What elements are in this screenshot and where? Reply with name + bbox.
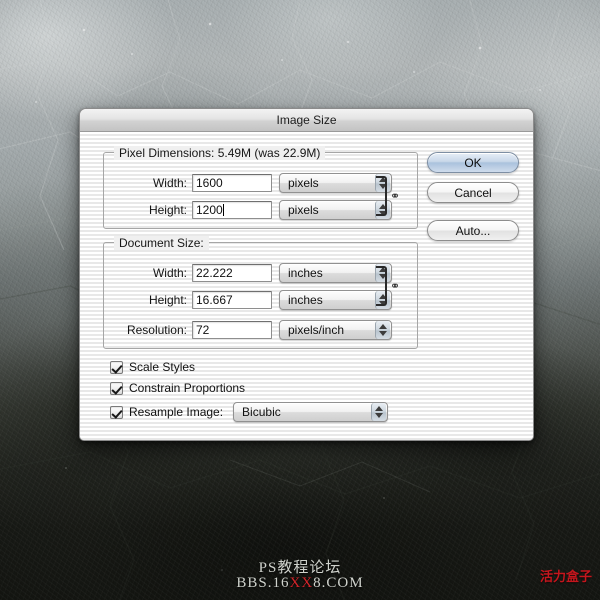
resample-image-label: Resample Image: <box>129 405 224 419</box>
dialog-titlebar[interactable]: Image Size <box>80 109 533 132</box>
pixel-width-label: Width: <box>152 175 187 190</box>
doc-width-label: Width: <box>152 265 187 280</box>
chain-link-icon-2: ⚭ <box>390 279 401 293</box>
resample-image-checkbox-row[interactable]: Resample Image: Bicubic <box>110 402 389 422</box>
cancel-button-label: Cancel <box>454 185 492 200</box>
doc-height-label: Height: <box>148 292 187 307</box>
scale-styles-label: Scale Styles <box>129 360 196 374</box>
ok-button[interactable]: OK <box>427 152 519 173</box>
pixel-width-input[interactable]: 1600 <box>192 173 272 192</box>
resample-method-stepper-icon[interactable] <box>371 403 387 421</box>
watermark-url: BBS.16XX8.COM <box>0 575 600 592</box>
scale-styles-checkbox[interactable] <box>110 360 123 374</box>
constrain-proportions-label: Constrain Proportions <box>129 381 246 395</box>
doc-resolution-unit-select[interactable]: pixels/inch <box>279 319 392 340</box>
cancel-button[interactable]: Cancel <box>427 182 519 203</box>
pixel-link-indicator: ⚭ <box>376 176 400 216</box>
doc-width-unit-value: inches <box>288 265 323 280</box>
resample-image-checkbox[interactable] <box>110 405 123 419</box>
chain-link-icon: ⚭ <box>390 189 401 203</box>
doc-resolution-input[interactable]: 72 <box>192 320 272 339</box>
pixel-width-unit-value: pixels <box>288 175 319 190</box>
doc-height-input[interactable]: 16.667 <box>192 290 272 309</box>
auto-button-label: Auto... <box>455 223 491 238</box>
watermark-url-post: 8.COM <box>313 575 364 591</box>
pixel-height-row: Height: 1200 pixels <box>103 199 392 220</box>
dialog-body: Pixel Dimensions: 5.49M (was 22.9M) Widt… <box>80 132 533 440</box>
watermark-chinese: PS教程论坛 <box>258 560 342 576</box>
pixel-width-row: Width: 1600 pixels <box>103 172 392 193</box>
doc-height-unit-value: inches <box>288 292 323 307</box>
pixel-dimensions-label: Pixel Dimensions: 5.49M (was 22.9M) <box>114 146 326 160</box>
pixel-height-value: 1200 <box>196 202 223 217</box>
text-caret <box>222 203 224 216</box>
watermark-url-pre: BBS.16 <box>236 575 290 591</box>
doc-resolution-row: Resolution: 72 pixels/inch <box>103 319 392 340</box>
document-link-bracket-icon <box>376 266 387 306</box>
doc-resolution-unit-stepper-icon[interactable] <box>375 320 390 339</box>
document-link-indicator: ⚭ <box>376 266 400 306</box>
constrain-proportions-checkbox[interactable] <box>110 381 123 395</box>
pixel-height-input[interactable]: 1200 <box>192 200 272 219</box>
doc-resolution-unit-value: pixels/inch <box>288 322 345 337</box>
watermark-url-x: XX <box>289 575 314 591</box>
pixel-height-unit-value: pixels <box>288 202 319 217</box>
image-size-dialog: Image Size Pixel Dimensions: 5.49M (was … <box>79 108 534 441</box>
doc-width-input[interactable]: 22.222 <box>192 263 272 282</box>
dialog-title: Image Size <box>276 113 337 127</box>
resample-method-select[interactable]: Bicubic <box>233 402 389 422</box>
scale-styles-checkbox-row[interactable]: Scale Styles <box>110 360 195 374</box>
watermark-brand: 活力盒子 <box>539 569 592 584</box>
pixel-link-bracket-icon <box>376 176 387 216</box>
ok-button-label: OK <box>464 155 482 170</box>
document-size-label: Document Size: <box>114 236 209 250</box>
constrain-proportions-checkbox-row[interactable]: Constrain Proportions <box>110 381 245 395</box>
resample-method-value: Bicubic <box>242 405 281 419</box>
doc-resolution-label: Resolution: <box>126 322 187 337</box>
auto-button[interactable]: Auto... <box>427 220 519 241</box>
doc-height-row: Height: 16.667 inches <box>103 289 392 310</box>
doc-width-row: Width: 22.222 inches <box>103 262 392 283</box>
pixel-height-label: Height: <box>148 202 187 217</box>
